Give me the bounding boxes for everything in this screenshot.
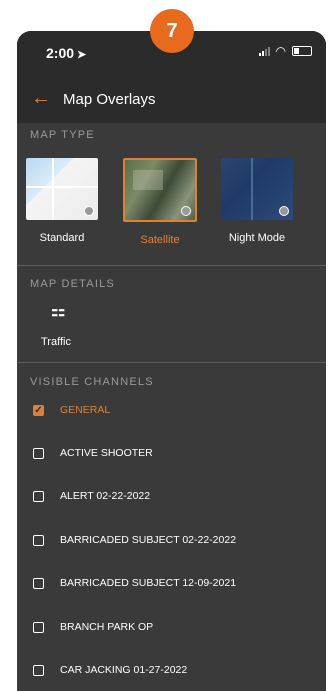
status-time: 2:00 ➤ <box>46 45 86 61</box>
battery-icon <box>292 46 312 56</box>
visible-channels-heading: VISIBLE CHANNELS <box>30 376 154 388</box>
channel-item-general[interactable]: ✓ GENERAL <box>33 396 313 424</box>
map-type-standard[interactable]: Standard <box>25 158 99 244</box>
channel-label: BARRICADED SUBJECT 12-09-2021 <box>60 577 237 589</box>
standard-map-thumbnail <box>26 158 98 220</box>
phone-screen: 2:00 ➤ ◠ ← Map Overlays MAP TYPE Standard… <box>17 31 326 691</box>
map-pin-icon <box>279 206 289 216</box>
location-arrow-icon: ➤ <box>77 49 87 61</box>
section-divider <box>17 265 326 266</box>
map-pin-icon <box>181 206 191 216</box>
channel-label: GENERAL <box>60 404 111 416</box>
channel-item-branch-park-op[interactable]: BRANCH PARK OP <box>33 613 313 641</box>
satellite-map-thumbnail <box>123 158 197 222</box>
checkbox[interactable] <box>33 490 44 502</box>
channel-item-car-jacking[interactable]: CAR JACKING 01-27-2022 <box>33 656 313 684</box>
channel-item-active-shooter[interactable]: ACTIVE SHOOTER <box>33 439 313 467</box>
map-details-heading: MAP DETAILS <box>30 278 115 290</box>
nav-bar: ← Map Overlays <box>17 77 326 123</box>
channel-label: BRANCH PARK OP <box>60 621 154 633</box>
map-type-heading: MAP TYPE <box>30 129 95 141</box>
checkbox[interactable] <box>33 664 44 676</box>
checkbox[interactable] <box>33 534 44 546</box>
channel-label: BARRICADED SUBJECT 02-22-2022 <box>60 534 237 546</box>
map-type-night-mode[interactable]: Night Mode <box>220 158 294 244</box>
map-pin-icon <box>84 206 94 216</box>
step-badge: 7 <box>150 9 194 53</box>
checkbox[interactable] <box>33 621 44 633</box>
cellular-signal-icon <box>258 46 270 56</box>
channel-label: ACTIVE SHOOTER <box>60 447 153 459</box>
channel-label: ALERT 02-22-2022 <box>60 490 151 502</box>
checkbox[interactable] <box>33 447 44 459</box>
channel-item-alert[interactable]: ALERT 02-22-2022 <box>33 482 313 510</box>
map-type-label: Satellite <box>140 234 180 246</box>
map-type-label: Night Mode <box>228 232 286 244</box>
night-map-thumbnail <box>221 158 293 220</box>
channel-label: CAR JACKING 01-27-2022 <box>60 664 188 676</box>
checkbox-checked[interactable]: ✓ <box>33 404 44 416</box>
channel-item-barricaded-subject-1[interactable]: BARRICADED SUBJECT 02-22-2022 <box>33 526 313 554</box>
time-text: 2:00 <box>46 45 75 61</box>
map-type-label: Standard <box>39 232 85 244</box>
map-type-satellite[interactable]: Satellite <box>123 158 197 246</box>
page-title: Map Overlays <box>63 91 156 108</box>
wifi-icon: ◠ <box>275 44 286 58</box>
traffic-light-icon[interactable]: ⚏ <box>51 301 65 321</box>
status-icons: ◠ <box>258 44 312 58</box>
section-divider <box>17 362 326 363</box>
checkbox[interactable] <box>33 577 44 589</box>
traffic-label: Traffic <box>41 336 71 348</box>
back-arrow-icon[interactable]: ← <box>31 87 51 110</box>
channel-item-barricaded-subject-2[interactable]: BARRICADED SUBJECT 12-09-2021 <box>33 569 313 597</box>
